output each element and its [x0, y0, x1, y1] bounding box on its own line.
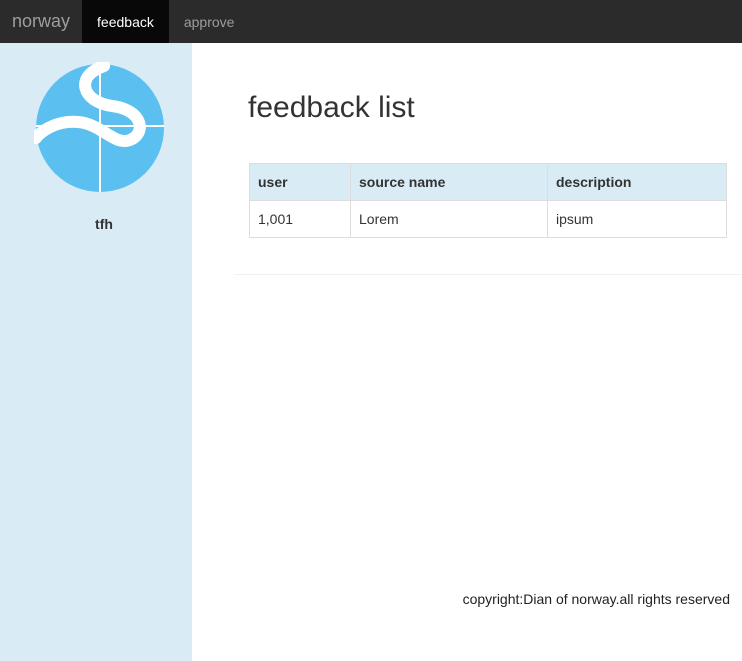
- user-avatar-logo: [34, 62, 164, 192]
- page-title: feedback list: [248, 91, 415, 124]
- top-navbar: norway feedback approve: [0, 0, 742, 43]
- sidebar-username: tfh: [95, 216, 113, 232]
- nav-approve[interactable]: approve: [169, 0, 250, 43]
- brand-link[interactable]: norway: [0, 0, 82, 43]
- table-header-row: user source name description: [249, 163, 727, 201]
- sidebar: tfh: [0, 43, 192, 661]
- column-header-source-name: source name: [350, 163, 548, 201]
- column-header-user: user: [249, 163, 351, 201]
- main-content: feedback list user source name descripti…: [192, 43, 742, 661]
- cell-source-name: Lorem: [350, 200, 548, 238]
- cell-description: ipsum: [547, 200, 727, 238]
- nav-feedback[interactable]: feedback: [82, 0, 169, 43]
- feedback-table: user source name description 1,001 Lorem…: [249, 163, 727, 238]
- column-header-description: description: [547, 163, 727, 201]
- content-divider: [234, 274, 742, 275]
- cell-user: 1,001: [249, 200, 351, 238]
- footer-copyright: copyright:Dian of norway.all rights rese…: [462, 591, 730, 607]
- table-row[interactable]: 1,001 Lorem ipsum: [249, 200, 727, 238]
